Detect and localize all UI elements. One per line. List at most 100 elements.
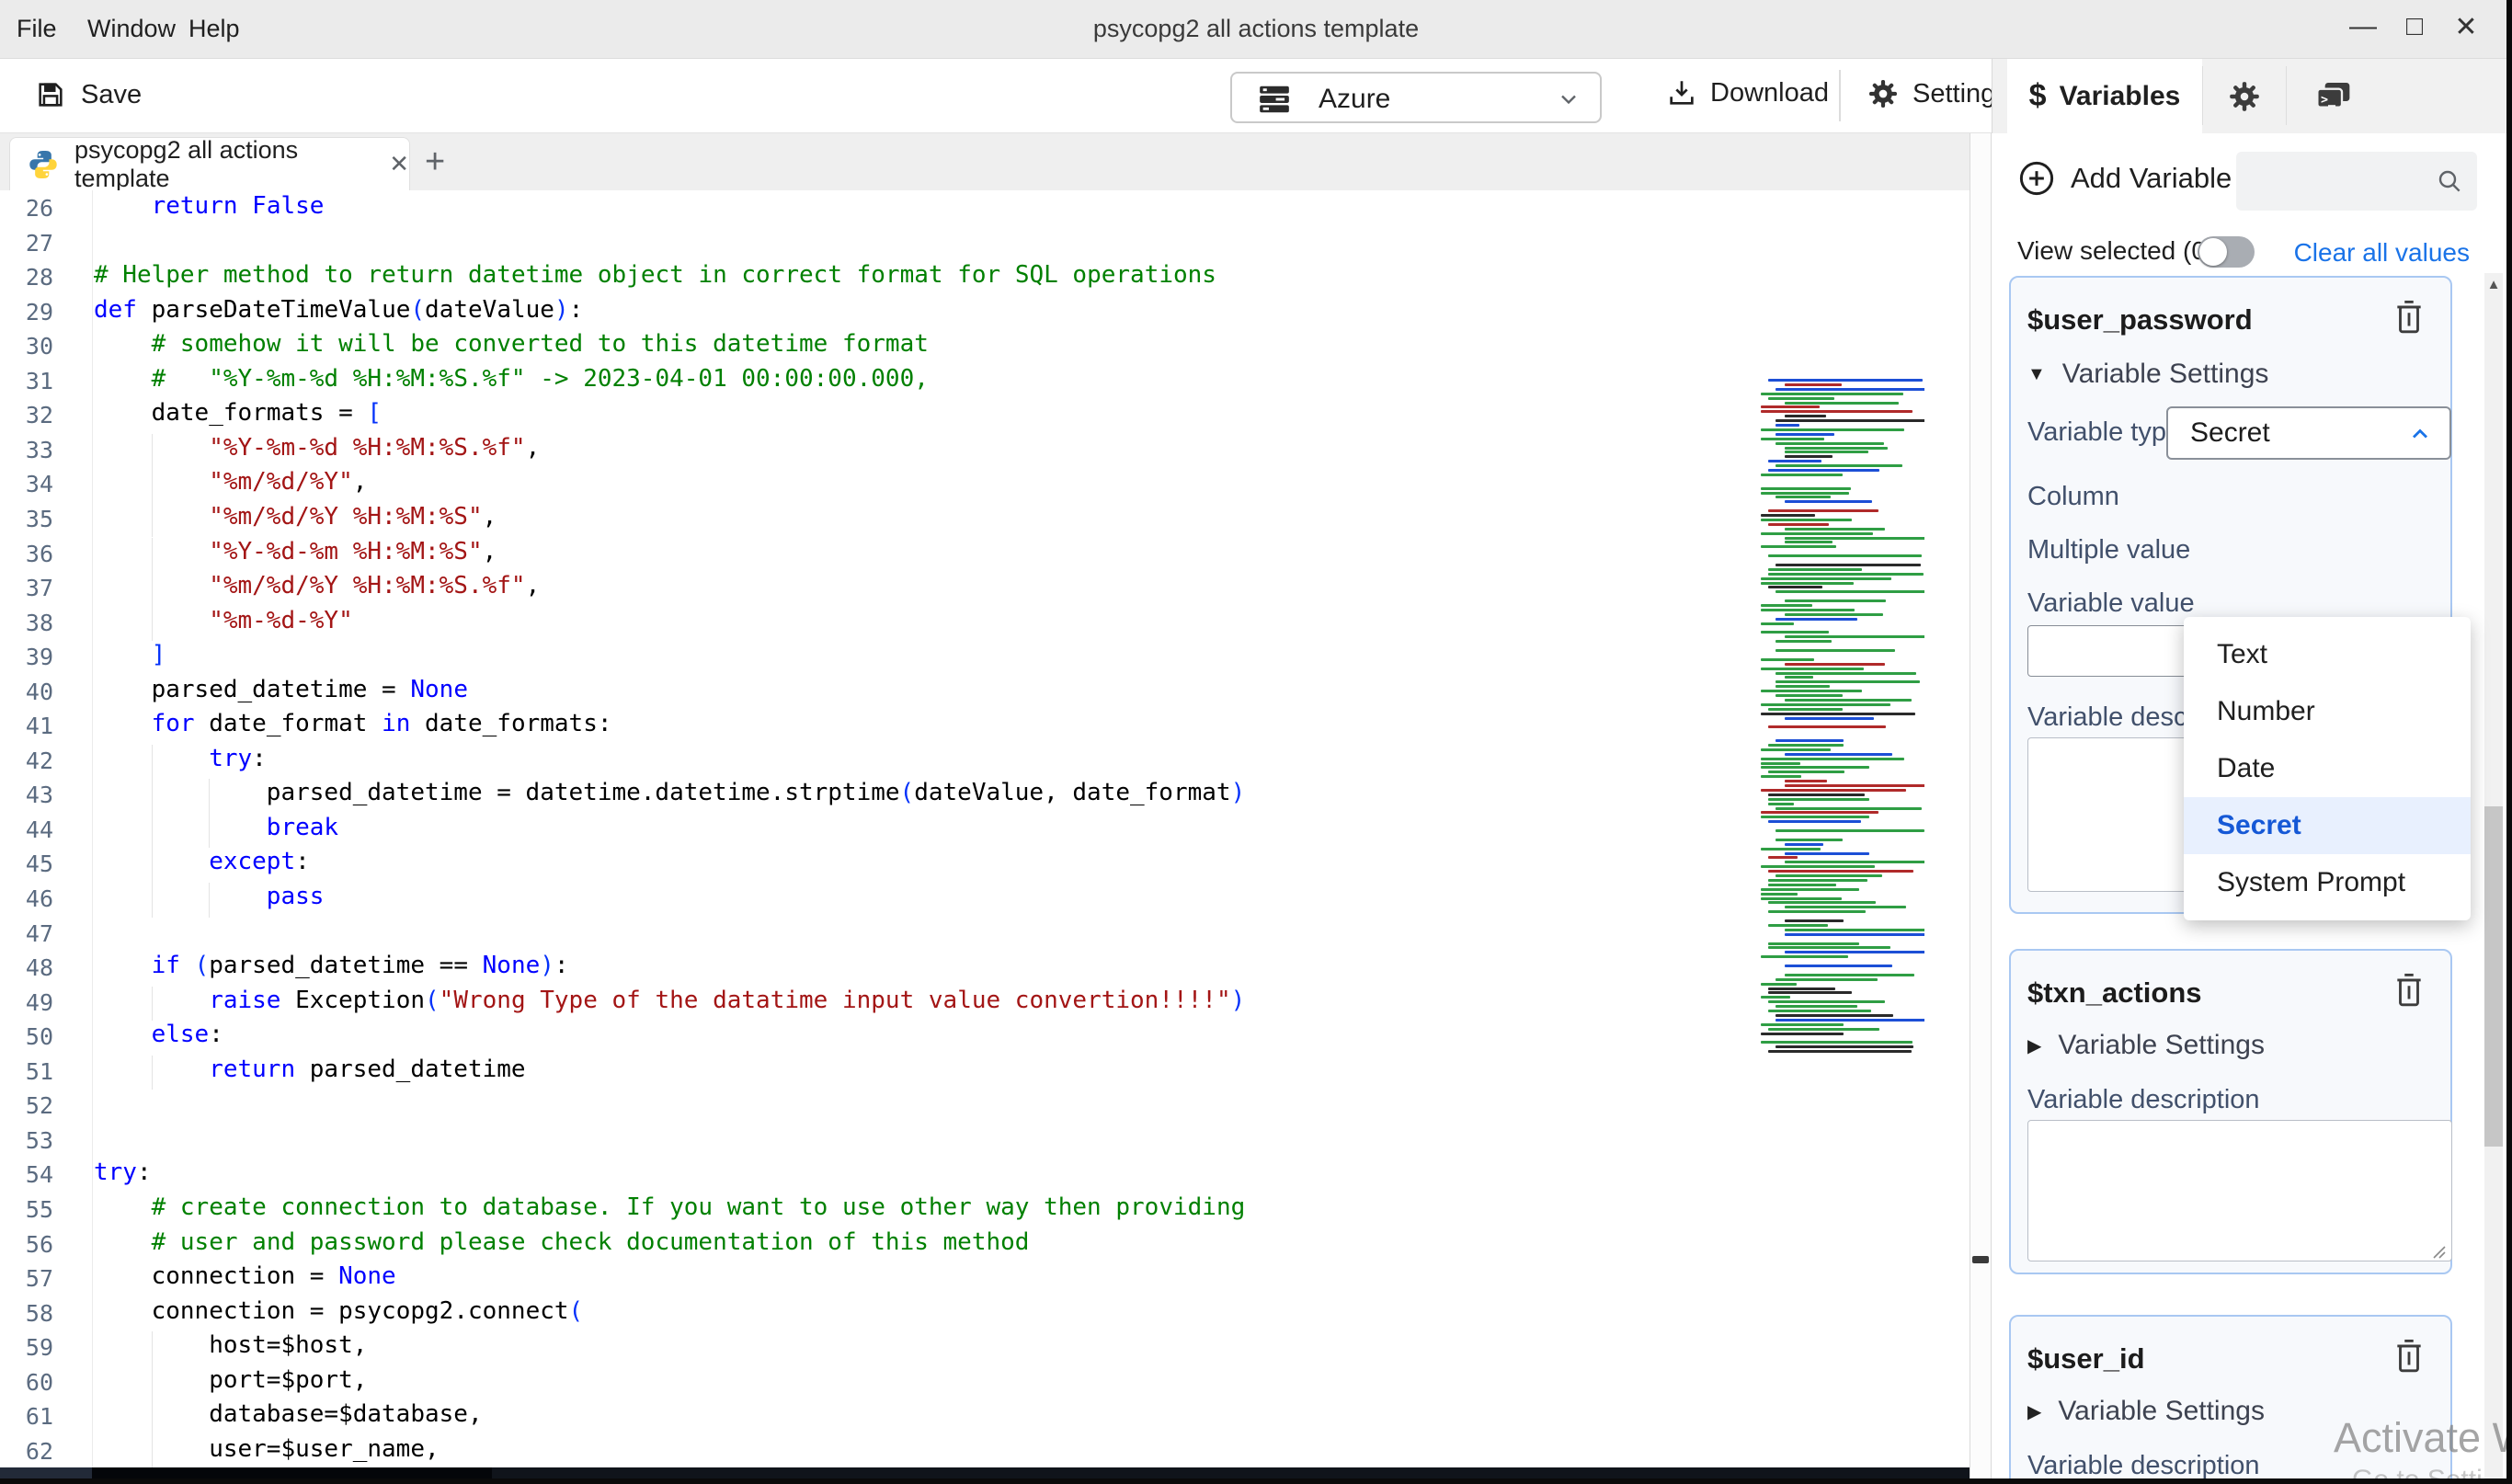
minimap-line — [1761, 532, 1873, 535]
minimap-line — [1785, 599, 1886, 602]
minimap-line — [1785, 541, 1833, 543]
minimap-line — [1761, 582, 1854, 585]
minimize-button[interactable]: — — [2343, 11, 2383, 42]
variable-settings-toggle[interactable]: ▶ Variable Settings — [2027, 1030, 2265, 1061]
minimap-line — [1776, 419, 1924, 422]
maximize-button[interactable]: □ — [2394, 11, 2435, 42]
editor-tab-active[interactable]: psycopg2 all actions template ✕ — [9, 137, 410, 190]
triangle-right-icon: ▶ — [2027, 1400, 2041, 1423]
code-line: else: — [152, 1021, 223, 1048]
code-line: database=$database, — [209, 1400, 482, 1428]
triangle-down-icon: ▼ — [2027, 364, 2046, 385]
indent-guide — [152, 538, 153, 573]
gear-icon — [1867, 77, 1900, 110]
minimap-line — [1768, 924, 1828, 927]
minimap-line — [1776, 640, 1832, 643]
panel-scrollbar[interactable]: ▲ ▼ — [2484, 273, 2503, 1484]
line-number: 51 — [0, 1058, 53, 1085]
variable-settings-toggle[interactable]: ▼ Variable Settings — [2027, 359, 2268, 390]
line-number: 34 — [0, 471, 53, 497]
minimap-line — [1768, 554, 1922, 557]
minimap-line — [1761, 897, 1842, 900]
view-selected-toggle[interactable] — [2198, 236, 2255, 268]
minimap-line — [1768, 870, 1913, 873]
tab-services[interactable] — [2203, 59, 2286, 133]
settings-button[interactable]: Settings — [1867, 77, 2009, 110]
indent-guide — [209, 779, 210, 814]
minimap-line — [1761, 474, 1843, 476]
minimap-line — [1776, 685, 1830, 688]
dropdown-option-number[interactable]: Number — [2184, 683, 2471, 740]
code-line: return parsed_datetime — [209, 1056, 525, 1083]
minimap-line — [1776, 433, 1834, 436]
add-variable-button[interactable]: Add Variable — [2017, 159, 2232, 198]
line-number: 57 — [0, 1265, 53, 1292]
tab-terminal[interactable]: >_ — [2287, 59, 2379, 133]
new-tab-button[interactable]: + — [425, 143, 445, 182]
minimap-line — [1776, 424, 1799, 427]
minimap-line — [1768, 946, 1890, 949]
minimap-line — [1761, 658, 1814, 661]
minimap-line — [1761, 955, 1848, 958]
code-line: connection = psycopg2.connect( — [152, 1297, 584, 1325]
line-number: 48 — [0, 954, 53, 981]
save-button[interactable]: Save — [35, 79, 142, 110]
minimap-line — [1761, 545, 1836, 548]
minimap-line — [1776, 829, 1924, 832]
code-line: "%Y-%m-%d %H:%M:%S.%f", — [209, 434, 540, 462]
search-input[interactable] — [2245, 157, 2429, 203]
minimap-line — [1761, 816, 1869, 818]
variable-type-dropdown-menu[interactable]: TextNumberDateSecretSystem Prompt — [2184, 617, 2471, 920]
dropdown-option-text[interactable]: Text — [2184, 626, 2471, 683]
minimap-line — [1785, 447, 1888, 450]
tab-close-icon[interactable]: ✕ — [389, 150, 409, 178]
code-line: # "%Y-%m-%d %H:%M:%S.%f" -> 2023-04-01 0… — [152, 365, 929, 393]
splitter-drag-handle[interactable] — [1972, 1256, 1989, 1263]
minimap-line — [1768, 1000, 1885, 1003]
panel-scrollbar-thumb[interactable] — [2484, 806, 2503, 1147]
tab-variables[interactable]: $ Variables — [2007, 59, 2202, 133]
variable-description-textarea[interactable] — [2027, 1120, 2452, 1261]
menu-file[interactable]: File — [17, 15, 57, 43]
scroll-up-arrow[interactable]: ▲ — [2484, 277, 2503, 292]
minimap-line — [1768, 771, 1844, 773]
panel-splitter[interactable] — [1970, 133, 1992, 1484]
code-editor[interactable]: 26return False2728# Helper method to ret… — [0, 190, 1970, 1467]
delete-variable-icon[interactable] — [2392, 298, 2426, 337]
minimap-line — [1761, 577, 1891, 580]
minimap-line — [1785, 455, 1833, 458]
minimap-line — [1768, 987, 1835, 990]
minimap-line — [1785, 528, 1885, 531]
minimap-line — [1761, 492, 1849, 495]
delete-variable-icon[interactable] — [2392, 1337, 2426, 1376]
line-number: 55 — [0, 1196, 53, 1223]
clear-all-values-link[interactable]: Clear all values — [2294, 238, 2470, 268]
toggle-knob — [2199, 238, 2227, 266]
close-button[interactable]: ✕ — [2446, 11, 2486, 43]
variable-search[interactable] — [2236, 152, 2477, 211]
variable-settings-toggle[interactable]: ▶ Variable Settings — [2027, 1396, 2265, 1427]
code-line: if (parsed_datetime == None): — [152, 952, 569, 979]
environment-dropdown[interactable]: Azure — [1230, 72, 1602, 123]
download-icon — [1666, 77, 1697, 108]
dropdown-option-secret[interactable]: Secret — [2184, 797, 2471, 854]
minimap-line — [1768, 469, 1879, 472]
dropdown-option-date[interactable]: Date — [2184, 740, 2471, 797]
variable-type-select[interactable]: Secret — [2166, 406, 2451, 460]
resize-handle-icon[interactable] — [2430, 1243, 2447, 1260]
minimap-line — [1768, 509, 1878, 512]
minimap-line — [1768, 708, 1843, 711]
variable-type-value: Secret — [2190, 417, 2270, 449]
minimap-line — [1761, 996, 1790, 999]
indent-guide — [152, 572, 153, 607]
minimap-line — [1785, 929, 1924, 931]
download-button[interactable]: Download — [1666, 77, 1829, 108]
minimap-line — [1776, 694, 1843, 697]
view-selected-row: View selected (0) Clear all values — [2017, 236, 2495, 273]
menu-help[interactable]: Help — [188, 15, 240, 43]
view-selected-label: View selected (0) — [2017, 236, 2214, 266]
minimap[interactable] — [1761, 379, 1924, 1056]
menu-window[interactable]: Window — [87, 15, 176, 43]
delete-variable-icon[interactable] — [2392, 971, 2426, 1010]
dropdown-option-system-prompt[interactable]: System Prompt — [2184, 854, 2471, 911]
